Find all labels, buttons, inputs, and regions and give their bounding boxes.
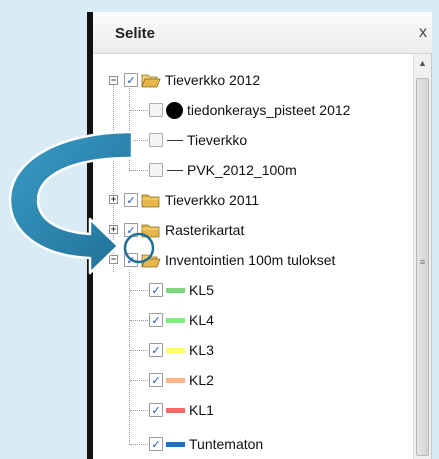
tree-line	[130, 140, 148, 141]
color-swatch-icon	[166, 407, 185, 413]
tree-line	[130, 444, 148, 445]
layer-label: KL4	[189, 312, 214, 328]
layer-item-kl4[interactable]: ✓ KL4	[149, 307, 214, 333]
layer-checkbox[interactable]: ✓	[124, 223, 138, 237]
layer-tree: − ✓ Tieverkko 2012 tiedonkerays_pisteet …	[93, 54, 413, 459]
layer-group-inventointien-100m-tulokset[interactable]: ✓ Inventointien 100m tulokset	[124, 247, 335, 273]
layer-label: KL5	[189, 282, 214, 298]
folder-icon	[141, 194, 160, 207]
layer-checkbox[interactable]: ✓	[149, 373, 163, 387]
layer-checkbox[interactable]	[149, 103, 163, 117]
layer-checkbox[interactable]: ✓	[124, 73, 138, 87]
grip-icon: ≡	[419, 257, 426, 267]
check-icon: ✓	[126, 224, 136, 237]
check-icon: ✓	[151, 344, 161, 357]
expand-icon[interactable]: +	[109, 195, 118, 204]
layer-label: PVK_2012_100m	[187, 162, 297, 178]
tree-line	[130, 290, 148, 291]
layer-label: KL3	[189, 342, 214, 358]
layer-label: tiedonkerays_pisteet 2012	[187, 102, 351, 118]
layer-label: KL2	[189, 372, 214, 388]
layer-item-kl5[interactable]: ✓ KL5	[149, 277, 214, 303]
close-button[interactable]: x	[419, 24, 427, 42]
layer-group-rasterikartat[interactable]: ✓ Rasterikartat	[124, 217, 244, 243]
point-symbol-icon	[166, 101, 183, 119]
check-icon: ✓	[151, 404, 161, 417]
folder-icon	[141, 224, 160, 237]
layer-item-tieverkko[interactable]: Tieverkko	[149, 127, 247, 153]
line-symbol-icon	[167, 139, 183, 141]
scroll-up-arrow-icon[interactable]: ▲	[416, 58, 429, 72]
line-symbol-icon	[167, 169, 183, 171]
layer-label: Tieverkko	[187, 132, 248, 148]
layer-checkbox[interactable]: ✓	[149, 283, 163, 297]
layer-checkbox[interactable]: ✓	[124, 253, 138, 267]
layer-item-tiedonkerays-pisteet-2012[interactable]: tiedonkerays_pisteet 2012	[149, 97, 350, 123]
layer-item-kl2[interactable]: ✓ KL2	[149, 367, 214, 393]
layer-group-tieverkko-2011[interactable]: ✓ Tieverkko 2011	[124, 187, 259, 213]
layer-label: Tieverkko 2012	[165, 72, 261, 88]
tree-line	[129, 270, 130, 445]
check-icon: ✓	[126, 254, 136, 267]
layer-label: Inventointien 100m tulokset	[165, 252, 336, 268]
layer-group-tieverkko-2012[interactable]: ✓ Tieverkko 2012	[124, 67, 260, 93]
layer-item-tuntematon[interactable]: ✓ Tuntematon	[149, 431, 263, 457]
layer-checkbox[interactable]: ✓	[124, 193, 138, 207]
panel-title: Selite	[115, 25, 156, 42]
tree-line	[130, 320, 148, 321]
layer-checkbox[interactable]	[149, 133, 163, 147]
tree-line	[130, 410, 148, 411]
color-swatch-icon	[166, 441, 185, 447]
tree-line	[130, 110, 148, 111]
legend-panel: Selite x − ✓ Tieverkko 2012 tiedonkerays…	[93, 12, 432, 459]
layer-label: Tuntematon	[189, 436, 264, 452]
tree-line	[130, 380, 148, 381]
collapse-icon[interactable]: −	[109, 76, 118, 85]
check-icon: ✓	[126, 194, 136, 207]
tree-line	[130, 170, 148, 171]
layer-item-pvk-2012-100m[interactable]: PVK_2012_100m	[149, 157, 297, 183]
color-swatch-icon	[166, 347, 185, 353]
layer-item-kl3[interactable]: ✓ KL3	[149, 337, 214, 363]
check-icon: ✓	[151, 314, 161, 327]
color-swatch-icon	[166, 287, 185, 293]
tree-line	[113, 84, 114, 272]
layer-checkbox[interactable]: ✓	[149, 403, 163, 417]
tree-line	[130, 350, 148, 351]
layer-checkbox[interactable]: ✓	[149, 437, 163, 451]
panel-header: Selite x	[93, 12, 432, 54]
layer-label: KL1	[189, 402, 214, 418]
layer-label: Rasterikartat	[165, 222, 245, 238]
check-icon: ✓	[151, 438, 161, 451]
layer-checkbox[interactable]: ✓	[149, 313, 163, 327]
layer-checkbox[interactable]: ✓	[149, 343, 163, 357]
color-swatch-icon	[166, 317, 185, 323]
check-icon: ✓	[151, 284, 161, 297]
check-icon: ✓	[126, 74, 136, 87]
tree-line	[129, 88, 130, 171]
expand-icon[interactable]: +	[109, 225, 118, 234]
folder-open-icon	[141, 254, 161, 267]
layer-checkbox[interactable]	[149, 163, 163, 177]
folder-open-icon	[141, 74, 161, 87]
layer-label: Tieverkko 2011	[165, 192, 260, 208]
check-icon: ✓	[151, 374, 161, 387]
vertical-scrollbar[interactable]: ▲ ≡	[413, 54, 431, 459]
color-swatch-icon	[166, 377, 185, 383]
collapse-icon[interactable]: −	[109, 255, 118, 264]
scrollbar-thumb[interactable]: ≡	[416, 78, 429, 456]
layer-item-kl1[interactable]: ✓ KL1	[149, 397, 214, 423]
